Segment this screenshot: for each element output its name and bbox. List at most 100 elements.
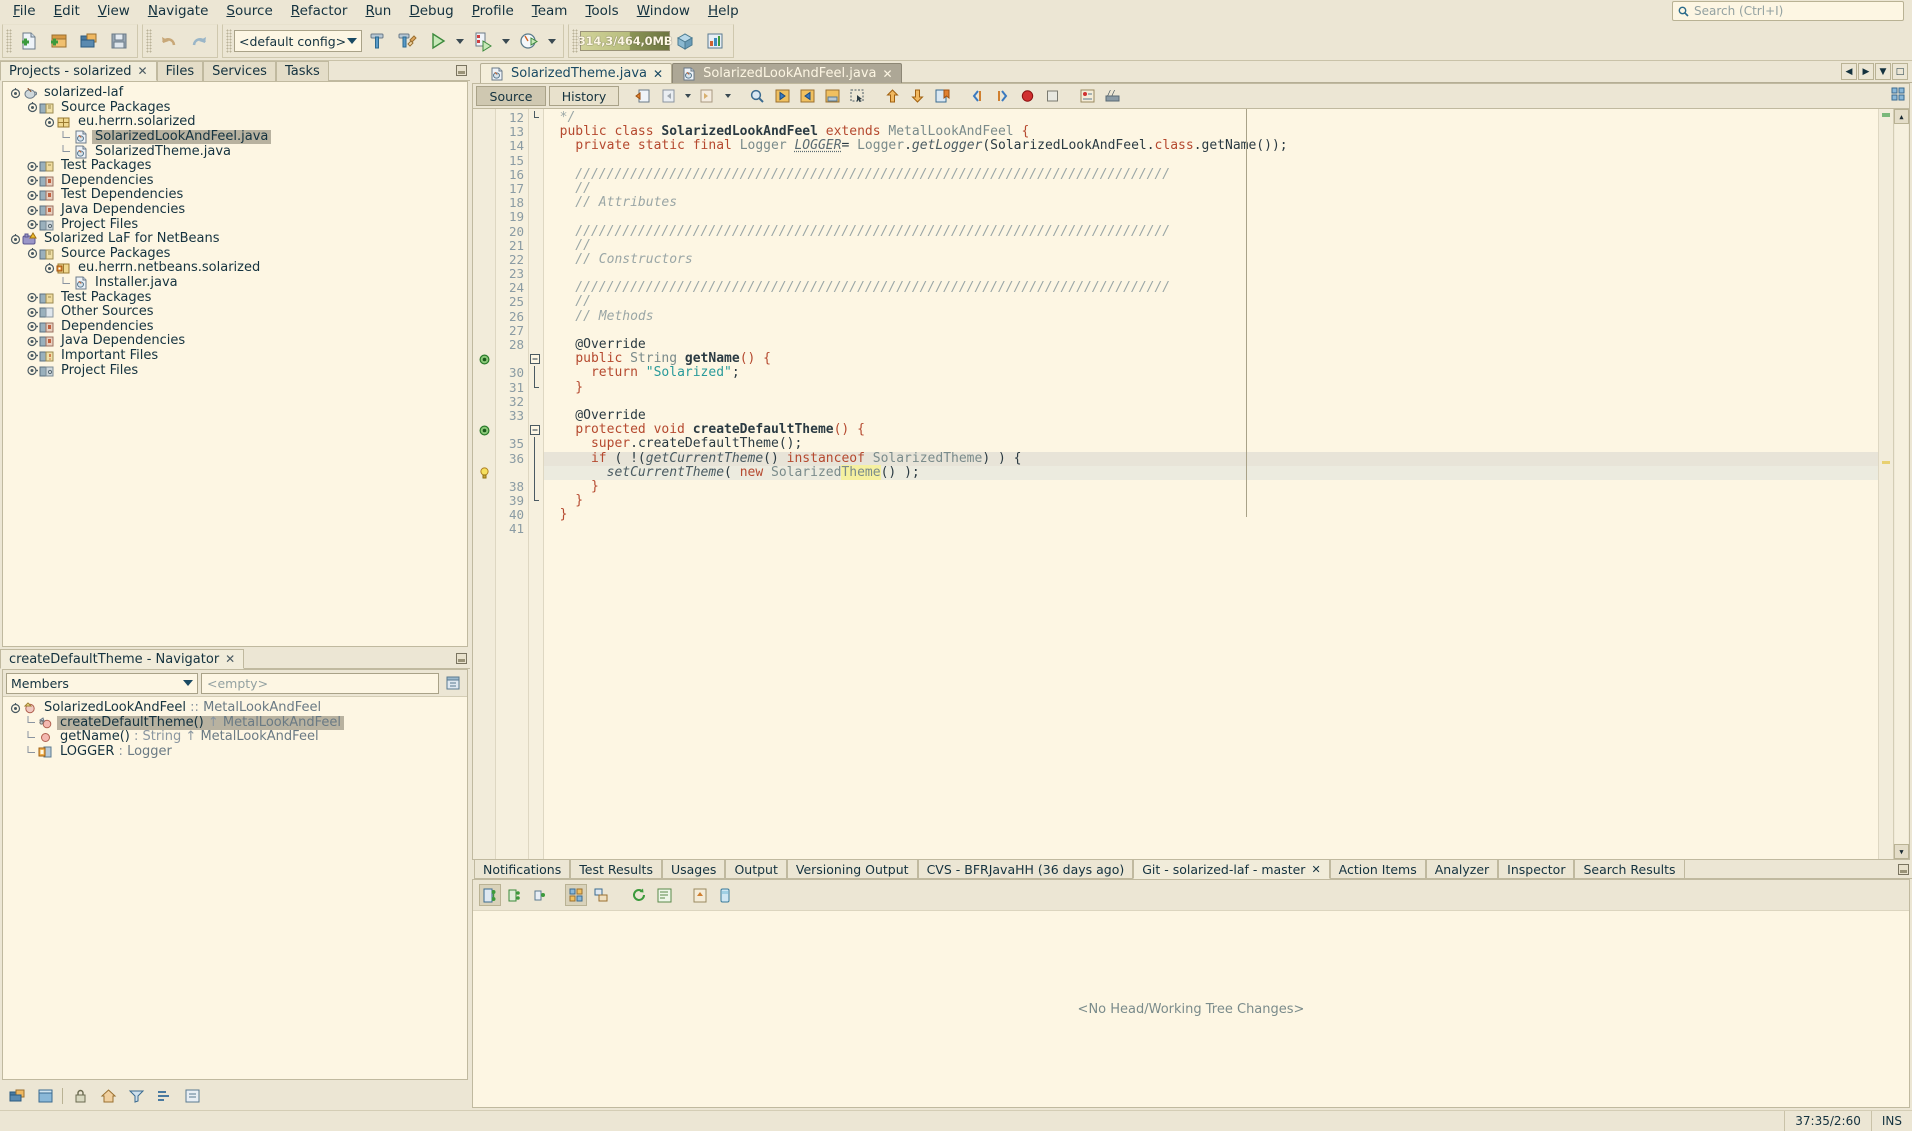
debug-project-button[interactable] [468,26,498,56]
tree-toggle-handle[interactable] [9,87,22,100]
editor-vertical-scrollbar[interactable]: ▲ ▼ [1893,109,1909,859]
tree-toggle-handle[interactable] [43,116,56,129]
tree-toggle-handle[interactable] [26,291,39,304]
tree-toggle-handle[interactable] [26,335,39,348]
save-all-button[interactable] [104,26,134,56]
menu-refactor[interactable]: Refactor [282,1,357,21]
shift-right-button[interactable] [991,85,1014,107]
code-editor[interactable]: 12 13 14 15 16 17 18 19 20 21 22 23 24 25 26 27 28 30 31 32… [472,108,1910,860]
tree-expanded-handle-icon[interactable] [9,87,22,100]
output-tab-inspector[interactable]: Inspector [1498,860,1575,879]
toolbar-grip[interactable] [146,29,152,53]
navigator-refresh-button[interactable] [442,672,464,694]
tree-item-project-files[interactable]: Project Files [5,217,467,232]
open-project-button[interactable] [74,26,104,56]
toolbar-grip[interactable] [226,29,232,53]
navigator-item-getname[interactable]: getName() : String ↑ MetalLookAndFeel [5,730,467,745]
tree-collapsed-handle-icon[interactable] [26,204,39,217]
forward-button[interactable] [696,85,719,107]
find-next-button[interactable] [796,85,819,107]
fold-cell[interactable] [529,352,543,366]
glyph-cell[interactable] [473,281,495,295]
editor-fold-gutter[interactable] [529,109,544,859]
code-line[interactable] [544,522,1878,536]
tree-expanded-handle-icon[interactable] [43,116,56,129]
start-macro-recording-button[interactable] [1016,85,1039,107]
glyph-cell[interactable] [473,139,495,153]
tree-item-solarizedtheme-java[interactable]: SolarizedTheme.java [5,144,467,159]
tree-expanded-handle-icon[interactable] [9,233,22,246]
find-previous-button[interactable] [771,85,794,107]
code-line[interactable]: @Override [544,408,1878,423]
comment-button[interactable]: // [1101,85,1124,107]
glyph-cell[interactable] [473,125,495,139]
navigator-item-logger[interactable]: LOGGER : Logger [5,745,467,760]
undo-button[interactable] [154,26,184,56]
menu-profile[interactable]: Profile [463,1,523,21]
code-line[interactable]: // [544,181,1878,196]
code-line[interactable] [544,324,1878,338]
editor-tab-solarizedtheme-java[interactable]: SolarizedTheme.java ✕ [480,63,673,83]
tree-item-java-dependencies[interactable]: Java Dependencies [5,203,467,218]
glyph-cell[interactable] [473,225,495,239]
update-button[interactable] [689,884,711,906]
profile-dropdown-button[interactable] [544,26,560,56]
navigator-view-combo[interactable]: Members [6,672,198,694]
tree-item-dependencies[interactable]: Dependencies [5,319,467,335]
tree-item-solarizedlookandfeel-java[interactable]: SolarizedLookAndFeel.java [5,130,467,145]
glyph-cell[interactable] [473,352,495,366]
tree-toggle-handle[interactable] [26,189,39,202]
next-bookmark-button[interactable] [906,85,929,107]
stop-macro-button[interactable] [1041,85,1064,107]
logical-view-button[interactable] [565,884,587,906]
close-icon[interactable]: ✕ [653,67,663,81]
tab-files[interactable]: Files [156,61,204,81]
tree-toggle-handle[interactable] [26,349,39,362]
tree-collapsed-handle-icon[interactable] [26,306,39,319]
commit-button[interactable] [714,884,736,906]
project-config-combo[interactable]: <default config> [234,30,362,52]
output-tab-usages[interactable]: Usages [661,860,726,879]
filter-tool-button[interactable] [125,1085,147,1107]
tree-collapsed-handle-icon[interactable] [26,364,39,377]
tree-toggle-handle[interactable] [9,233,22,246]
output-tab-notifications[interactable]: Notifications [474,860,571,879]
glyph-cell[interactable] [473,324,495,338]
editor-tab-solarizedlookandfeel-java[interactable]: SolarizedLookAndFeel.java ✕ [672,63,902,83]
code-line[interactable]: } [544,479,1878,494]
output-tab-git-solarized-laf-master[interactable]: Git - solarized-laf - master ✕ [1133,860,1330,879]
expand-tool-button[interactable] [181,1085,203,1107]
memory-gauge[interactable]: 314,3/464,0MB [578,31,672,51]
menu-help[interactable]: Help [699,1,748,21]
navigator-item-solarizedlookandfeel[interactable]: SolarizedLookAndFeel :: MetalLookAndFeel [5,701,467,716]
show-all-changes-button[interactable] [479,884,501,906]
projects-minimize-button[interactable] [452,61,470,81]
glyph-cell[interactable] [473,466,495,480]
toolbar-grip[interactable] [6,29,12,53]
code-line[interactable]: // [544,295,1878,309]
code-line[interactable]: // Constructors [544,252,1878,267]
glyph-cell[interactable] [473,423,495,437]
toggle-highlight-button[interactable] [821,85,844,107]
glyph-cell[interactable] [473,409,495,423]
glyph-cell[interactable] [473,508,495,522]
output-tab-test-results[interactable]: Test Results [570,860,662,879]
profile-project-button[interactable] [514,26,544,56]
close-icon[interactable]: ✕ [883,67,893,81]
code-line[interactable]: */ [544,110,1878,125]
code-line[interactable]: setCurrentTheme( new SolarizedTheme() ); [544,464,1878,480]
glyph-cell[interactable] [473,267,495,281]
redo-button[interactable] [184,26,214,56]
code-line[interactable]: public class SolarizedLookAndFeel extend… [544,125,1878,139]
tree-collapsed-handle-icon[interactable] [26,320,39,333]
tree-item-test-dependencies[interactable]: Test Dependencies [5,188,467,203]
code-line[interactable]: return "Solarized"; [544,366,1878,380]
search-input[interactable]: Search (Ctrl+I) [1672,1,1904,21]
tree-toggle-handle[interactable] [26,306,39,319]
tree-item-installer-java[interactable]: Installer.java [5,276,467,291]
new-project-button[interactable] [44,26,74,56]
refresh-status-button[interactable] [628,884,650,906]
tab-tasks[interactable]: Tasks [275,61,329,81]
tree-item-source-packages[interactable]: Source Packages [5,100,467,116]
glyph-cell[interactable] [473,338,495,352]
